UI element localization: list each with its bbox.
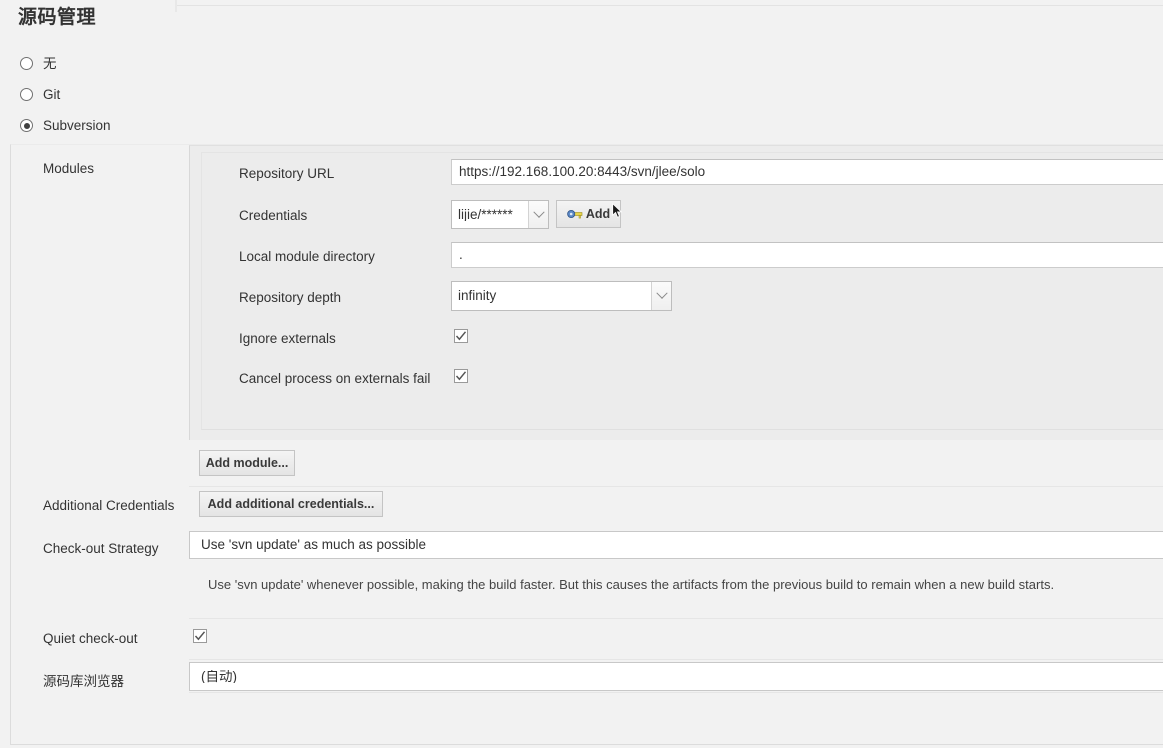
credentials-select-value: lijie/******: [458, 207, 513, 222]
modules-label: Modules: [43, 161, 95, 176]
credentials-row: Credentials lijie/****** Add: [202, 195, 1163, 236]
add-module-button-label: Add module...: [205, 456, 289, 470]
ignore-externals-checkbox[interactable]: [454, 329, 468, 343]
repository-depth-label: Repository depth: [239, 290, 342, 305]
quiet-checkout-checkbox[interactable]: [193, 629, 207, 643]
scm-radio-subversion[interactable]: Subversion: [20, 110, 320, 141]
scm-radio-git[interactable]: Git: [20, 79, 320, 110]
module-entry: Repository URL https://192.168.100.20:84…: [201, 152, 1163, 430]
checkmark-icon: [455, 371, 467, 381]
add-additional-credentials-button[interactable]: Add additional credentials...: [199, 491, 383, 517]
ignore-externals-row: Ignore externals: [202, 318, 1163, 358]
radio-icon-none[interactable]: [20, 57, 33, 70]
chevron-down-icon[interactable]: [528, 201, 548, 228]
local-module-directory-label: Local module directory: [239, 249, 375, 264]
checkout-strategy-label: Check-out Strategy: [43, 541, 159, 556]
checkout-strategy-select[interactable]: Use 'svn update' as much as possible: [189, 531, 1163, 559]
radio-icon-git[interactable]: [20, 88, 33, 101]
credentials-select[interactable]: lijie/******: [451, 200, 549, 229]
modules-panel: Repository URL https://192.168.100.20:84…: [189, 145, 1163, 440]
top-divider: [175, 5, 1163, 6]
checkmark-icon: [194, 631, 206, 641]
local-module-directory-row: Local module directory .: [202, 236, 1163, 277]
cancel-process-externals-label: Cancel process on externals fail: [239, 371, 431, 386]
cancel-process-externals-checkbox[interactable]: [454, 369, 468, 383]
checkmark-icon: [455, 331, 467, 341]
add-module-button[interactable]: Add module...: [199, 450, 295, 476]
repository-url-label: Repository URL: [239, 166, 335, 181]
scm-radio-none[interactable]: 无: [20, 48, 320, 79]
ignore-externals-label: Ignore externals: [239, 331, 336, 346]
checkout-strategy-value: Use 'svn update' as much as possible: [201, 538, 427, 552]
add-credentials-button[interactable]: Add: [556, 200, 621, 228]
radio-icon-subversion[interactable]: [20, 119, 33, 132]
additional-credentials-label: Additional Credentials: [43, 498, 175, 513]
quiet-checkout-label: Quiet check-out: [43, 631, 138, 646]
repository-depth-select[interactable]: infinity: [451, 281, 672, 311]
credentials-label: Credentials: [239, 208, 308, 223]
local-module-directory-input[interactable]: .: [451, 242, 1163, 268]
top-divider-tick: [175, 0, 177, 12]
add-credentials-button-label: Add: [585, 207, 611, 221]
add-additional-credentials-button-label: Add additional credentials...: [207, 497, 375, 511]
repository-browser-label: 源码库浏览器: [43, 674, 124, 689]
scm-radio-group: 无 Git Subversion: [20, 48, 320, 141]
cancel-process-externals-row: Cancel process on externals fail: [202, 358, 1163, 398]
scm-radio-git-label: Git: [43, 86, 61, 102]
repository-browser-select[interactable]: (自动): [189, 662, 1163, 691]
repository-depth-value: infinity: [458, 289, 497, 303]
scm-radio-subversion-label: Subversion: [43, 117, 111, 133]
repository-url-input[interactable]: https://192.168.100.20:8443/svn/jlee/sol…: [451, 159, 1163, 185]
repository-browser-value: (自动): [201, 669, 237, 684]
page-title: 源码管理: [18, 7, 97, 28]
chevron-down-icon[interactable]: [651, 282, 671, 310]
repository-url-row: Repository URL https://192.168.100.20:84…: [202, 153, 1163, 195]
checkout-strategy-description: Use 'svn update' whenever possible, maki…: [208, 577, 1055, 592]
key-icon: [567, 210, 583, 219]
scm-radio-none-label: 无: [43, 55, 57, 71]
subversion-settings-frame: Modules Repository URL https://192.168.1…: [10, 144, 1163, 745]
scm-config-page: 源码管理 无 Git Subversion Modules Repository…: [0, 0, 1163, 748]
repository-depth-row: Repository depth infinity: [202, 277, 1163, 318]
